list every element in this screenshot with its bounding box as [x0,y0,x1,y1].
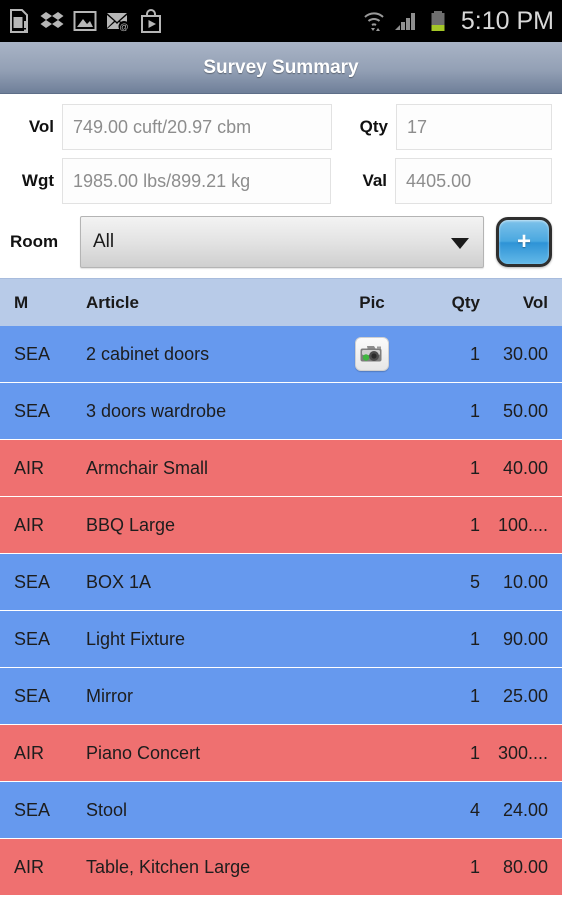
email-icon: @ [105,8,131,34]
cell-mode: SEA [14,400,51,421]
room-label: Room [10,232,59,251]
signal-icon [393,8,419,34]
chevron-down-icon [451,238,469,249]
cell-vol: 30.00 [502,343,548,364]
header-vol: Vol [522,292,548,312]
cell-qty: 1 [469,514,480,535]
table-row[interactable]: AIR BBQ Large 1 100.... [0,497,562,554]
cell-article: 3 doors wardrobe [86,400,227,421]
table-row[interactable]: AIR Piano Concert 1 300.... [0,725,562,782]
sim-card-icon [6,8,32,34]
header-article: Article [86,292,139,312]
table-row[interactable]: AIR Armchair Small 1 40.00 [0,440,562,497]
cell-vol: 10.00 [502,571,548,592]
camera-icon[interactable] [355,337,389,371]
cell-vol: 90.00 [502,628,548,649]
cell-mode: AIR [14,856,45,877]
cell-vol: 25.00 [502,685,548,706]
cell-article: Mirror [86,685,133,706]
cell-vol: 50.00 [502,400,548,421]
header-mode: M [14,292,29,312]
cell-article: BBQ Large [86,514,176,535]
room-filter-row: Room All + [0,212,562,278]
cell-mode: AIR [14,514,45,535]
cell-qty: 5 [469,571,480,592]
table-row[interactable]: SEA BOX 1A 5 10.00 [0,554,562,611]
header-pic: Pic [359,292,385,312]
cell-vol: 24.00 [502,799,548,820]
cell-mode: SEA [14,628,51,649]
vol-qty-row: Vol 749.00 cuft/20.97 cbm Qty 17 [10,104,552,150]
cell-qty: 1 [469,457,480,478]
vol-label: Vol [28,117,54,136]
wgt-label: Wgt [21,171,54,190]
cell-mode: AIR [14,742,45,763]
cell-mode: AIR [14,457,45,478]
status-right-icons: 5:10 PM [361,8,554,34]
cell-qty: 4 [469,799,480,820]
cell-qty: 1 [469,685,480,706]
val-label: Val [362,171,388,190]
cell-article: BOX 1A [86,571,152,592]
plus-icon: + [516,228,531,255]
status-clock: 5:10 PM [460,6,554,35]
wifi-icon [361,8,387,34]
cell-article: Piano Concert [86,742,201,763]
vol-field[interactable]: 749.00 cuft/20.97 cbm [62,104,332,150]
table-row[interactable]: SEA Mirror 1 25.00 [0,668,562,725]
cell-vol: 100.... [497,514,548,535]
summary-form: Vol 749.00 cuft/20.97 cbm Qty 17 Wgt 198… [0,94,562,204]
add-item-button[interactable]: + [496,217,552,267]
header-qty: Qty [451,292,480,312]
gallery-icon [72,8,98,34]
cell-article: Armchair Small [86,457,209,478]
room-dropdown[interactable]: All [80,216,484,268]
cell-qty: 1 [469,343,480,364]
cell-article: Table, Kitchen Large [86,856,251,877]
table-row[interactable]: SEA 3 doors wardrobe 1 50.00 [0,383,562,440]
table-row[interactable]: SEA 2 cabinet doors 1 30.00 [0,326,562,383]
cell-vol: 300.... [497,742,548,763]
val-field[interactable]: 4405.00 [395,158,553,204]
table-row[interactable]: AIR Table, Kitchen Large 1 80.00 [0,839,562,896]
wgt-field[interactable]: 1985.00 lbs/899.21 kg [62,158,332,204]
cell-qty: 1 [469,742,480,763]
table-row[interactable]: SEA Light Fixture 1 90.00 [0,611,562,668]
svg-text:@: @ [119,22,128,32]
status-left-icons: @ [6,8,164,34]
cell-mode: SEA [14,685,51,706]
qty-label: Qty [359,117,388,136]
item-list: SEA 2 cabinet doors 1 30.00 SEA 3 doors wardr… [0,326,562,896]
play-store-icon [138,8,164,34]
cell-qty: 1 [469,628,480,649]
status-bar: @ 5:10 PM [0,0,562,42]
cell-pic[interactable] [334,337,410,371]
title-bar: Survey Summary [0,42,562,94]
page-title: Survey Summary [203,56,359,78]
cell-mode: SEA [14,343,51,364]
table-header: M Article Pic Qty Vol [0,278,562,326]
cell-article: Light Fixture [86,628,186,649]
cell-qty: 1 [469,856,480,877]
qty-field[interactable]: 17 [396,104,552,150]
battery-icon [425,8,451,34]
cell-article: 2 cabinet doors [86,343,210,364]
cell-vol: 40.00 [502,457,548,478]
cell-mode: SEA [14,799,51,820]
cell-article: Stool [86,799,128,820]
room-selected-value: All [93,231,115,252]
table-row[interactable]: SEA Stool 4 24.00 [0,782,562,839]
dropbox-icon [39,8,65,34]
cell-mode: SEA [14,571,51,592]
cell-qty: 1 [469,400,480,421]
cell-vol: 80.00 [502,856,548,877]
wgt-val-row: Wgt 1985.00 lbs/899.21 kg Val 4405.00 [10,158,553,204]
